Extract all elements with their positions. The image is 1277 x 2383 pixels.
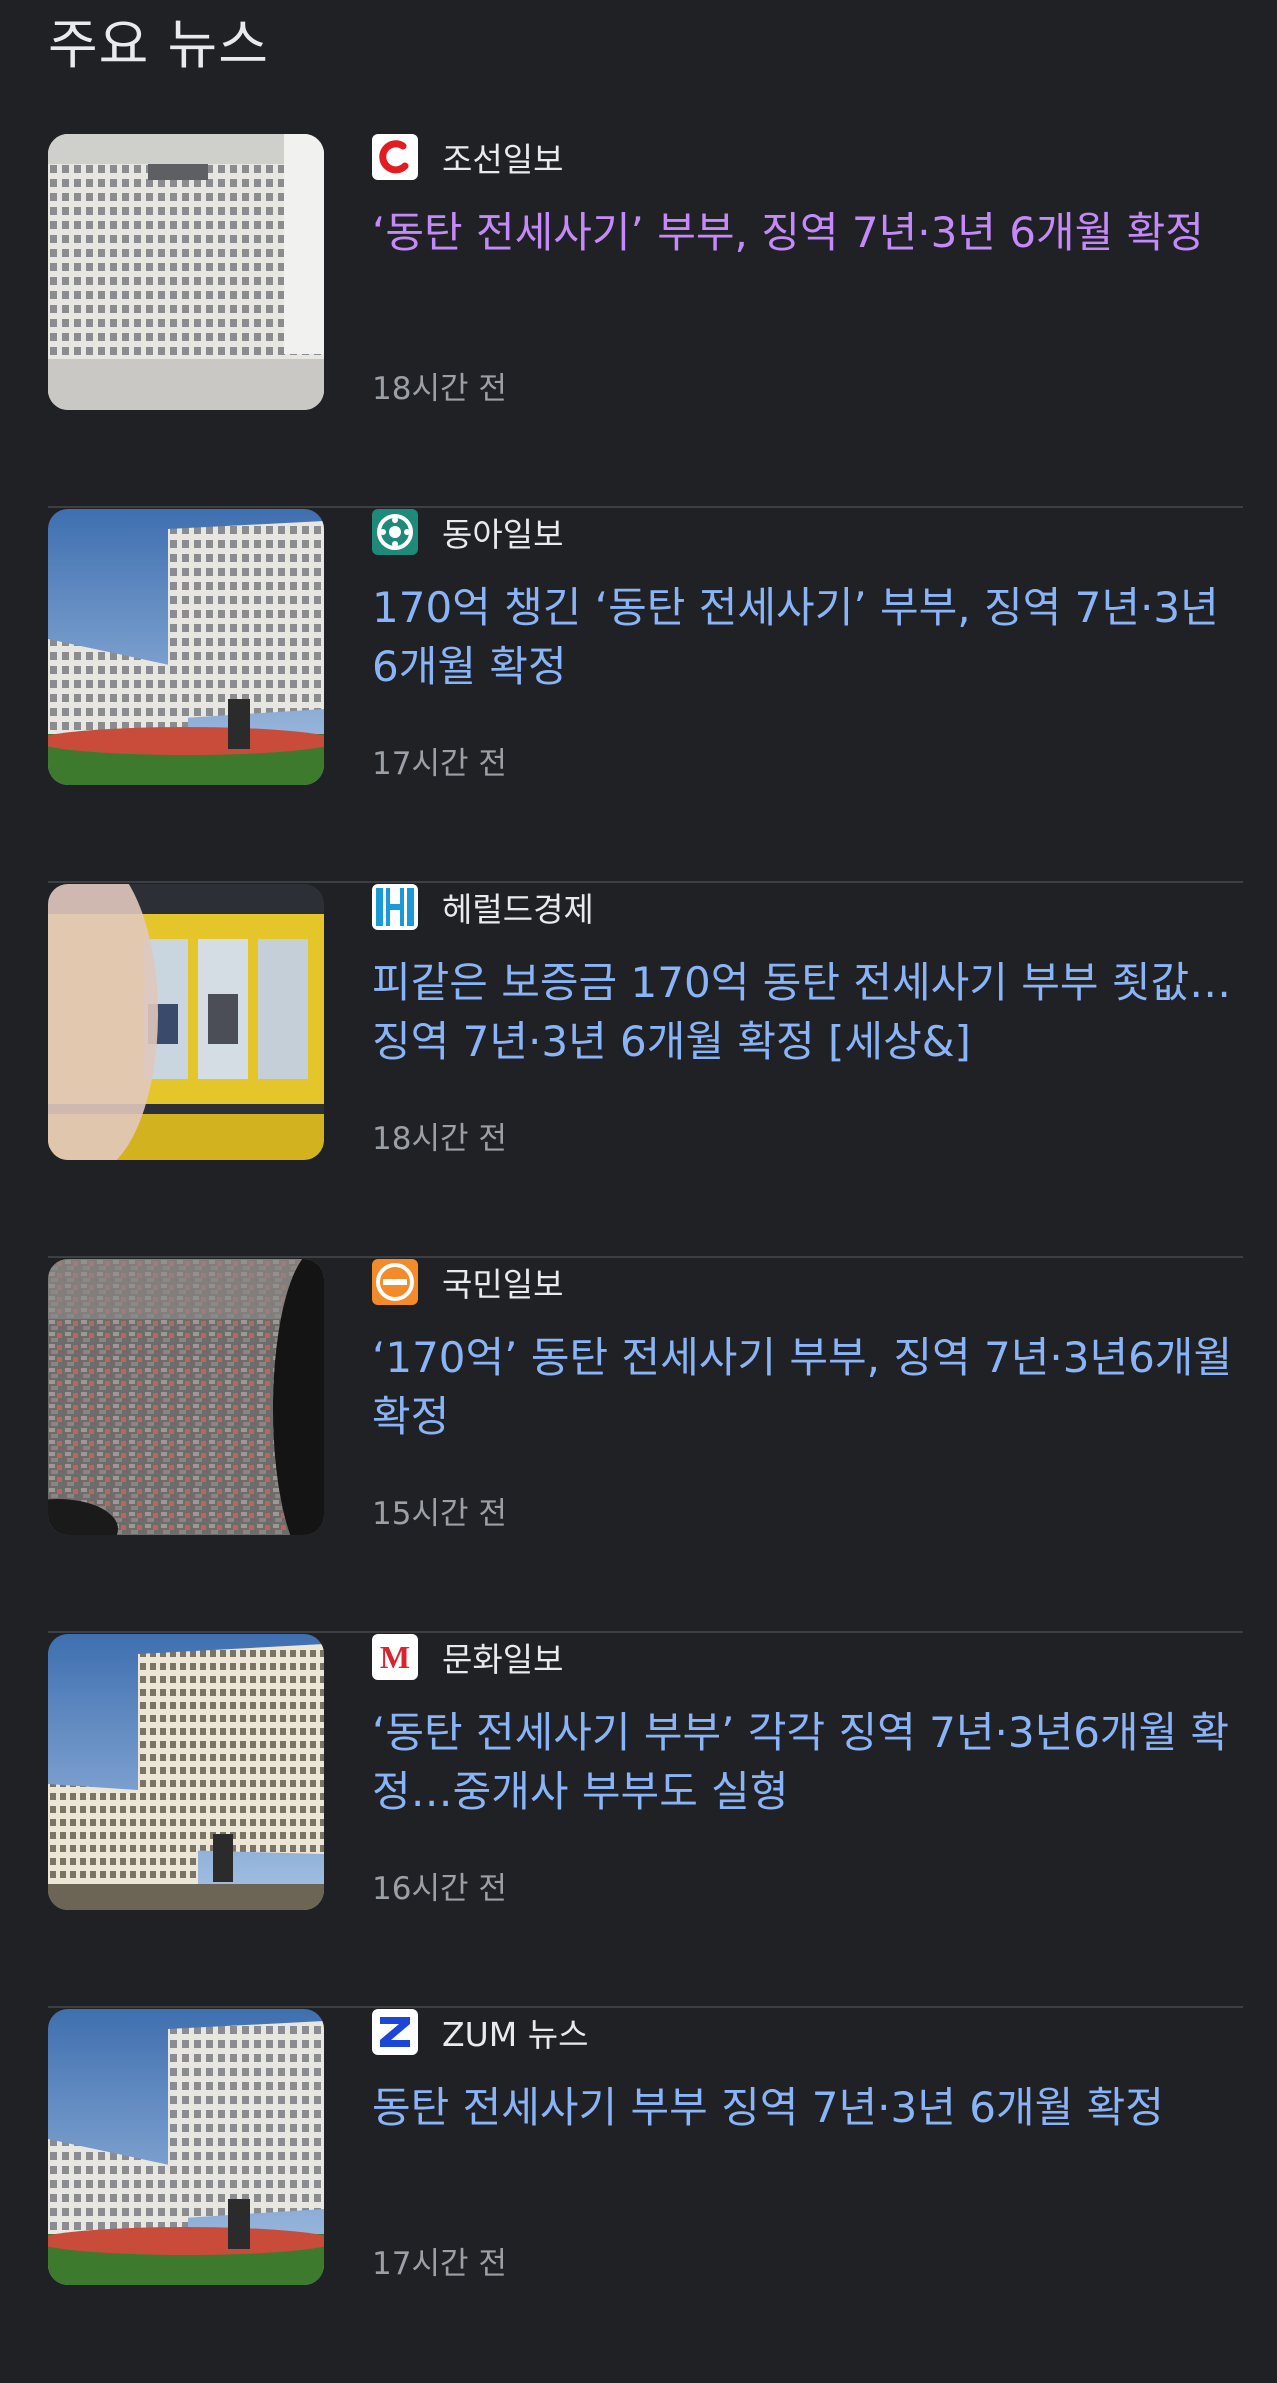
headline-link[interactable]: 피같은 보증금 170억 동탄 전세사기 부부 죗값…징역 7년·3년 6개월 … (372, 953, 1243, 1071)
source-name: 조선일보 (442, 140, 564, 179)
herald-logo-icon (372, 884, 418, 930)
munhwa-logo-text: M (380, 1639, 410, 1675)
city-aerial-view-image[interactable] (48, 1259, 324, 1535)
news-item[interactable]: 동아일보 170억 챙긴 ‘동탄 전세사기’ 부부, 징역 7년·3년6개월 확… (48, 508, 1243, 883)
published-time: 17시간 전 (372, 2246, 507, 2282)
supreme-court-building-image[interactable] (48, 2009, 324, 2285)
source-row[interactable]: 조선일보 (372, 134, 563, 180)
published-time: 18시간 전 (372, 371, 507, 407)
source-row[interactable]: 동아일보 (372, 509, 563, 555)
source-name: ZUM 뉴스 (442, 2015, 589, 2054)
published-time: 16시간 전 (372, 1871, 507, 1907)
donga-logo-icon (372, 509, 418, 555)
source-name: 국민일보 (442, 1265, 564, 1304)
headline-link[interactable]: ‘170억’ 동탄 전세사기 부부, 징역 7년·3년6개월 확정 (372, 1328, 1243, 1446)
headline-link[interactable]: ‘동탄 전세사기’ 부부, 징역 7년·3년 6개월 확정 (372, 203, 1243, 262)
source-row[interactable]: ZUM 뉴스 (372, 2009, 588, 2055)
zum-logo-icon (372, 2009, 418, 2055)
source-row[interactable]: 헤럴드경제 (372, 884, 594, 930)
source-row[interactable]: 국민일보 (372, 1259, 563, 1305)
published-time: 15시간 전 (372, 1496, 507, 1532)
section-title: 주요 뉴스 (48, 13, 269, 76)
source-name: 동아일보 (442, 515, 564, 554)
news-item[interactable]: 국민일보 ‘170억’ 동탄 전세사기 부부, 징역 7년·3년6개월 확정 1… (48, 1258, 1243, 1633)
supreme-court-building-image[interactable] (48, 1634, 324, 1910)
real-estate-office-window-image[interactable] (48, 884, 324, 1160)
court-building-closeup-image[interactable] (48, 134, 324, 410)
news-list: 조선일보 ‘동탄 전세사기’ 부부, 징역 7년·3년 6개월 확정 18시간 … (48, 133, 1243, 2383)
headline-link[interactable]: ‘동탄 전세사기 부부’ 각각 징역 7년·3년6개월 확정…중개사 부부도 실… (372, 1703, 1243, 1821)
news-item[interactable]: 헤럴드경제 피같은 보증금 170억 동탄 전세사기 부부 죗값…징역 7년·3… (48, 883, 1243, 1258)
published-time: 18시간 전 (372, 1121, 507, 1157)
supreme-court-building-image[interactable] (48, 509, 324, 785)
news-item[interactable]: 조선일보 ‘동탄 전세사기’ 부부, 징역 7년·3년 6개월 확정 18시간 … (48, 133, 1243, 508)
munhwa-logo-icon: M (372, 1634, 418, 1680)
source-name: 문화일보 (442, 1640, 564, 1679)
headline-link[interactable]: 170억 챙긴 ‘동탄 전세사기’ 부부, 징역 7년·3년6개월 확정 (372, 578, 1243, 696)
published-time: 17시간 전 (372, 746, 507, 782)
source-row[interactable]: M 문화일보 (372, 1634, 563, 1680)
news-item[interactable]: ZUM 뉴스 동탄 전세사기 부부 징역 7년·3년 6개월 확정 17시간 전 (48, 2008, 1243, 2383)
kukmin-logo-icon (372, 1259, 418, 1305)
chosun-logo-icon (372, 134, 418, 180)
source-name: 헤럴드경제 (442, 890, 594, 929)
headline-link[interactable]: 동탄 전세사기 부부 징역 7년·3년 6개월 확정 (372, 2078, 1243, 2137)
news-item[interactable]: M 문화일보 ‘동탄 전세사기 부부’ 각각 징역 7년·3년6개월 확정…중개… (48, 1633, 1243, 2008)
